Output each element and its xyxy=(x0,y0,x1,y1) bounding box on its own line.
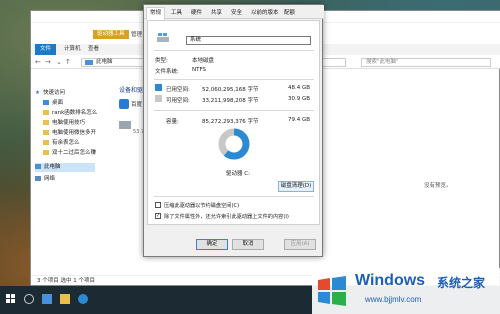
used-space-label: 已用空间: xyxy=(166,87,190,93)
drive-icon xyxy=(119,121,131,129)
cloud-drive-icon xyxy=(119,99,129,109)
ok-button[interactable]: 确定 xyxy=(196,239,228,250)
used-space-swatch xyxy=(155,84,162,91)
folder-icon xyxy=(43,130,49,135)
pc-icon xyxy=(85,60,93,65)
compress-checkbox[interactable] xyxy=(155,202,161,208)
sidebar-item-folder-5[interactable]: 双十二过后怎么赚 xyxy=(43,149,96,158)
start-button-icon[interactable] xyxy=(6,294,16,304)
back-arrow-icon[interactable]: ← xyxy=(35,58,41,66)
task-view-icon[interactable] xyxy=(42,294,52,304)
device-item[interactable]: 百度 53.7 xyxy=(119,99,144,135)
tab-file[interactable]: 文件 xyxy=(35,44,57,55)
sidebar-item-this-pc[interactable]: 此电脑 xyxy=(35,163,95,172)
sidebar-item-folder-3[interactable]: 电脑使用微信多开 xyxy=(43,129,96,138)
volume-name-input[interactable]: 系统 xyxy=(186,36,311,45)
capacity-size: 79.4 GB xyxy=(288,117,311,123)
sidebar-item-quick-access[interactable]: ★ 快速访问 xyxy=(35,89,65,98)
network-icon xyxy=(35,176,41,181)
divider xyxy=(154,196,314,197)
address-text: 此电脑 xyxy=(96,59,113,65)
free-space-swatch xyxy=(155,95,162,102)
filesystem-label: 文件系统: xyxy=(155,69,179,75)
tab-tools[interactable]: 工具 xyxy=(168,8,185,19)
divider xyxy=(154,110,314,111)
ribbon-manage-label: 管理 xyxy=(131,32,143,38)
desktop-icon xyxy=(43,100,49,105)
up-arrow-icon[interactable]: ↑ xyxy=(65,58,71,66)
capacity-label: 容量: xyxy=(166,119,179,125)
search-placeholder: 搜索"此电脑" xyxy=(366,59,399,65)
folder-icon xyxy=(43,120,49,125)
folder-icon xyxy=(43,140,49,145)
filesystem-value: NTFS xyxy=(192,67,207,73)
folder-icon xyxy=(43,110,49,115)
tab-security[interactable]: 安全 xyxy=(228,8,245,19)
drive-label: 驱动器 C: xyxy=(226,171,250,177)
tab-sharing[interactable]: 共享 xyxy=(208,8,225,19)
sidebar-item-desktop[interactable]: 桌面 xyxy=(43,99,63,108)
disk-cleanup-button[interactable]: 磁盘清理(D) xyxy=(278,181,314,192)
divider xyxy=(154,50,314,51)
sidebar-item-folder-4[interactable]: 有余表怎么 xyxy=(43,139,80,148)
search-icon[interactable] xyxy=(24,294,34,304)
tab-quota[interactable]: 配额 xyxy=(281,8,298,19)
apply-button[interactable]: 应用(A) xyxy=(284,239,316,250)
device-name: 百度 xyxy=(131,102,143,108)
watermark-brand: Windows xyxy=(355,272,426,289)
compress-label: 压缩此驱动器以节约磁盘空间(C) xyxy=(164,203,240,209)
file-explorer-icon[interactable] xyxy=(60,294,70,304)
local-disk-icon xyxy=(157,33,169,42)
free-space-label: 可用空间: xyxy=(166,98,190,104)
type-value: 本地磁盘 xyxy=(192,58,215,64)
capacity-bytes: 85,272,293,376 字节 xyxy=(202,119,259,125)
folder-icon xyxy=(43,150,49,155)
recent-chevron-icon[interactable]: ⌄ xyxy=(56,58,62,66)
type-label: 类型: xyxy=(155,58,168,64)
used-space-size: 48.4 GB xyxy=(288,85,311,91)
index-label: 除了文件属性外，还允许索引此驱动器上文件的内容(I) xyxy=(164,214,289,220)
used-space-bytes: 52,060,295,168 字节 xyxy=(202,87,259,93)
watermark-suffix: 系统之家 xyxy=(437,276,486,290)
sidebar-item-folder-2[interactable]: 电脑使用技巧 xyxy=(43,119,85,128)
index-checkbox[interactable]: ✓ xyxy=(155,213,161,219)
watermark-url: www.bjjmlv.com xyxy=(365,295,422,304)
drive-properties-dialog: 常规 工具 硬件 共享 安全 以前的版本 配额 系统 类型: 本地磁盘 文件系统… xyxy=(143,4,324,257)
tab-general[interactable]: 常规 xyxy=(146,7,166,20)
preview-empty-text: 没有预览。 xyxy=(424,183,452,189)
tab-computer[interactable]: 计算机 xyxy=(59,44,86,55)
forward-arrow-icon[interactable]: → xyxy=(45,58,51,66)
browser-icon[interactable] xyxy=(78,294,88,304)
cancel-button[interactable]: 取消 xyxy=(232,239,264,250)
free-space-bytes: 33,211,998,208 字节 xyxy=(202,98,259,104)
sidebar-item-network[interactable]: 网络 xyxy=(35,175,55,184)
disk-usage-donut xyxy=(218,128,250,160)
free-space-size: 30.9 GB xyxy=(288,96,311,102)
properties-tabs: 常规 工具 硬件 共享 安全 以前的版本 配额 xyxy=(144,5,324,20)
tab-hardware[interactable]: 硬件 xyxy=(188,8,205,19)
drive-tools-badge: 驱动器工具 xyxy=(93,30,129,39)
general-tab-panel: 系统 类型: 本地磁盘 文件系统: NTFS 已用空间: 52,060,295,… xyxy=(147,20,320,225)
sidebar-item-folder-1[interactable]: rank函数排名怎么 xyxy=(43,109,97,118)
star-icon: ★ xyxy=(35,90,40,96)
search-input[interactable]: 搜索"此电脑" xyxy=(361,58,491,67)
tab-view[interactable]: 查看 xyxy=(83,44,104,55)
divider xyxy=(154,79,314,80)
navigation-pane: ★ 快速访问 桌面 rank函数排名怎么 电脑使用技巧 电脑使用微信多开 有余表怎… xyxy=(31,71,116,271)
tab-previous-versions[interactable]: 以前的版本 xyxy=(248,8,282,19)
pc-icon xyxy=(35,164,41,169)
